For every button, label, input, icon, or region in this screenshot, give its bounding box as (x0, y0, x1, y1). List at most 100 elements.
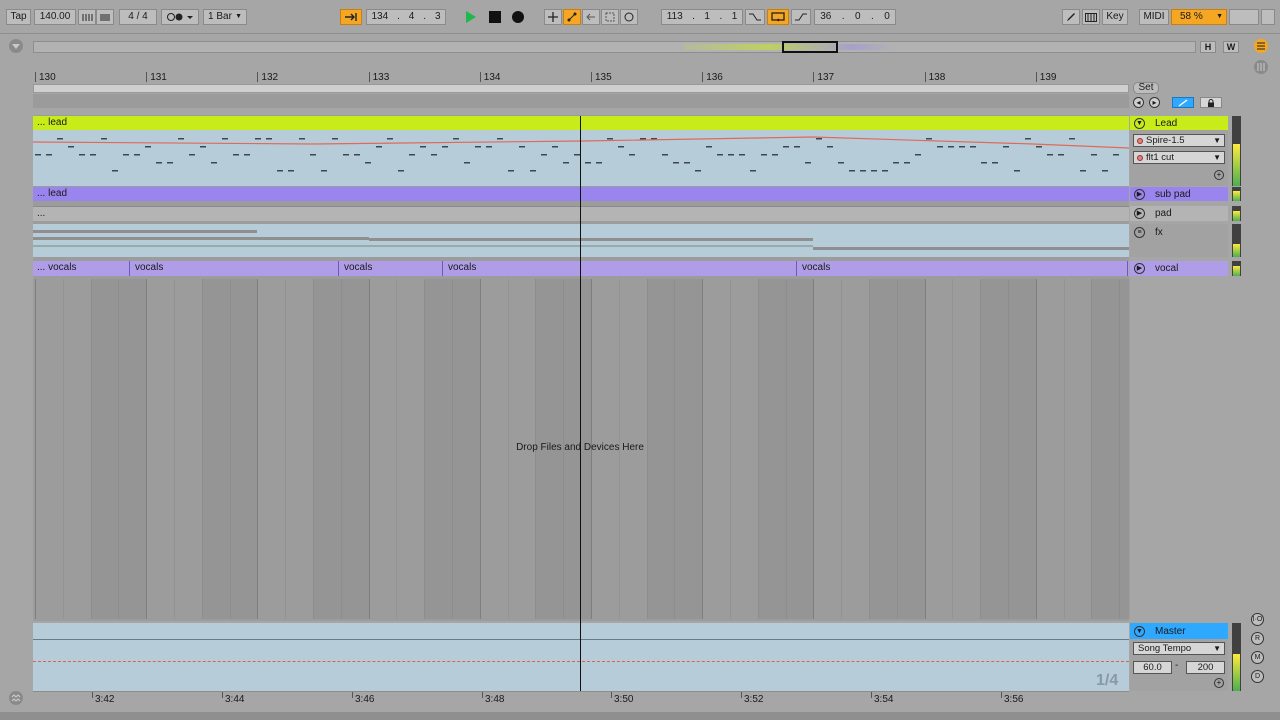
returns-toggle[interactable]: R (1251, 632, 1264, 645)
nudge-up-icon[interactable] (96, 9, 114, 25)
lead-clip-header[interactable]: ... lead (33, 116, 1129, 130)
tempo-min-field[interactable]: 60.0 (1133, 661, 1172, 674)
optimize-width-button[interactable]: W (1223, 41, 1239, 53)
fold-icon[interactable]: ▶ (1134, 208, 1145, 219)
loop-length[interactable]: 36. 0. 0 (814, 9, 896, 25)
mixer-toggle[interactable]: M (1251, 651, 1264, 664)
time-tick (741, 692, 742, 698)
vocal-clip[interactable]: vocals (131, 261, 339, 276)
session-record-icon[interactable] (620, 9, 638, 25)
track-panel-empty (1130, 279, 1228, 619)
draw-mode-icon[interactable] (1062, 9, 1080, 25)
tempo-field[interactable]: 140.00 (34, 9, 76, 25)
bar-number: 135 (595, 72, 612, 83)
device-chooser[interactable]: Spire-1.5 (1133, 134, 1225, 147)
position-sixteenth: 3 (434, 11, 441, 22)
punch-out-icon[interactable] (791, 9, 811, 25)
metronome-icon[interactable] (161, 9, 199, 25)
playhead[interactable] (580, 116, 581, 692)
punch-in-icon[interactable] (745, 9, 765, 25)
tempo-max-field[interactable]: 200 (1186, 661, 1225, 674)
automation-arm-icon[interactable] (563, 9, 581, 25)
midi-note (343, 154, 349, 156)
lead-meter (1232, 116, 1241, 186)
add-lane-icon[interactable]: + (1214, 678, 1224, 688)
lead-track-header[interactable]: ▼ Lead (1130, 116, 1228, 130)
subpad-clip[interactable]: ... lead (33, 187, 1129, 201)
prev-locator-icon[interactable]: ◂ (1133, 97, 1144, 108)
capture-icon[interactable] (601, 9, 619, 25)
vocal-clip[interactable]: vocals (798, 261, 1128, 276)
time-ruler[interactable] (33, 691, 1129, 707)
loop-length-sixteenth: 0 (884, 11, 890, 22)
song-position[interactable]: 134. 4. 3 (366, 9, 446, 25)
fx-automation-lane[interactable] (33, 224, 1129, 257)
midi-note (112, 170, 118, 172)
browser-toggle-icon[interactable] (7, 38, 25, 54)
pad-track-header[interactable]: ▶ pad (1130, 206, 1228, 221)
time-label: 3:44 (225, 694, 245, 705)
quantize-select[interactable]: 1 Bar ▼ (203, 9, 247, 25)
midi-note (761, 154, 767, 156)
midi-note (420, 146, 426, 148)
optimize-height-button[interactable]: H (1200, 41, 1216, 53)
automation-mode-icon[interactable] (1172, 97, 1194, 108)
midi-note (277, 170, 283, 172)
fold-icon[interactable]: ▼ (1134, 625, 1145, 637)
master-parameter-chooser[interactable]: Song Tempo (1133, 642, 1225, 655)
play-icon[interactable] (464, 10, 478, 24)
set-locator-button[interactable]: Set (1133, 82, 1159, 94)
lock-icon[interactable] (1200, 97, 1222, 108)
midi-note (354, 154, 360, 156)
master-track-name: Master (1155, 625, 1186, 637)
tap-button[interactable]: Tap (6, 9, 31, 25)
midi-note (167, 162, 173, 164)
mixer-toggle-icon[interactable] (1252, 58, 1270, 76)
midi-note (530, 170, 536, 172)
fx-track-header[interactable]: ≡ fx (1130, 224, 1228, 257)
delay-toggle[interactable]: D (1251, 670, 1264, 683)
loop-brace[interactable] (33, 84, 1129, 93)
key-map-button[interactable]: Key (1102, 9, 1128, 25)
follow-icon[interactable] (340, 9, 362, 25)
loop-length-bar: 36 (820, 11, 832, 22)
midi-note (332, 138, 338, 140)
group-icon[interactable]: ≡ (1134, 227, 1145, 238)
midi-note (563, 162, 569, 164)
time-signature[interactable]: 4 / 4 (119, 9, 157, 25)
fold-icon[interactable]: ▼ (1134, 117, 1145, 129)
fold-icon[interactable]: ▶ (1134, 263, 1145, 274)
io-toggle[interactable]: I·O (1251, 613, 1264, 626)
vocal-clip[interactable]: vocals (340, 261, 443, 276)
cpu-value: 58 % (1180, 11, 1203, 22)
arrangement-overview[interactable] (33, 41, 1196, 53)
stop-icon[interactable] (489, 11, 501, 23)
menu-icon[interactable] (1252, 38, 1270, 54)
master-track-header[interactable]: ▼ Master (1130, 623, 1228, 639)
loop-start-sixteenth: 1 (731, 11, 738, 22)
overdub-icon[interactable] (544, 9, 562, 25)
loop-start[interactable]: 113. 1. 1 (661, 9, 743, 25)
vocal-clip[interactable]: ... vocals (33, 261, 130, 276)
parameter-chooser[interactable]: flt1 cut (1133, 151, 1225, 164)
subpad-track-header[interactable]: ▶ sub pad (1130, 187, 1228, 201)
vocal-clip[interactable]: vocals (444, 261, 797, 276)
next-locator-icon[interactable]: ▸ (1149, 97, 1160, 108)
add-lane-icon[interactable]: + (1214, 170, 1224, 180)
locator-lane[interactable] (33, 94, 1129, 108)
cpu-meter[interactable]: 58 % ▼ (1171, 9, 1227, 25)
nudge-down-icon[interactable] (78, 9, 96, 25)
fold-icon[interactable]: ▶ (1134, 188, 1145, 200)
expand-view-icon[interactable] (7, 690, 25, 706)
vocal-track-header[interactable]: ▶ vocal (1130, 261, 1228, 276)
pad-clip[interactable]: ... (33, 206, 1129, 221)
computer-keyboard-icon[interactable] (1082, 9, 1100, 25)
midi-map-button[interactable]: MIDI (1139, 9, 1169, 25)
reenable-automation-icon[interactable] (582, 9, 600, 25)
master-automation-lane[interactable] (33, 623, 1129, 691)
overview-viewport[interactable] (782, 41, 838, 53)
record-icon[interactable] (512, 11, 524, 23)
beat-ruler[interactable] (33, 68, 1129, 84)
bar-number: 133 (372, 72, 390, 83)
loop-icon[interactable] (767, 9, 789, 25)
